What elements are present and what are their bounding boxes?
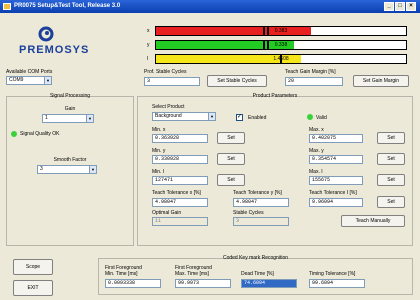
chevron-down-icon[interactable]: ▼ [86,115,93,122]
bar-x-value: 0.383 [274,28,288,34]
enabled-label: Enabled [248,115,267,121]
max-i-label: Max. I [309,169,323,175]
product-select[interactable]: Background ▼ [152,112,216,121]
first-min-field[interactable]: 0.0093338 [105,279,161,288]
chevron-down-icon[interactable]: ▼ [89,166,96,173]
set-stable-cycles-button[interactable]: Set Stable Cycles [207,75,267,87]
stable-cycles-field: 3 [233,217,289,226]
min-y-label: Min. y [152,148,166,154]
signal-processing-title: Signal Processing [49,93,91,99]
set-max-x-button[interactable]: Set [377,132,405,144]
signal-quality-indicator-icon [11,131,17,137]
dead-time-label: Dead Time [%] [241,271,274,277]
bar-i-label: I [147,56,149,62]
teach-gain-field[interactable]: 20 [285,77,343,86]
stable-cycles-label: Stable Cycles [233,210,264,216]
min-x-label: Min. x [152,127,166,133]
bar-i-value: 1.4608 [273,56,289,62]
tol-x-label: Teach Tolerance x [%] [152,190,201,196]
smooth-factor-value: 3 [40,166,43,172]
signal-quality-text: Signal Quality OK [20,131,60,137]
set-min-y-button[interactable]: Set [217,153,245,165]
tol-x-field[interactable]: 4.98047 [152,198,208,207]
com-port-value: COM9 [9,77,24,83]
first-max-label-2: Max. Time [ms] [175,271,209,277]
gain-value: 1 [45,115,48,121]
client-area: PREMOSYS x 0.383 y 0.338 I 1.4608 Availa… [3,14,417,297]
prof-stable-label: Prof. Stable Cycles [144,69,187,75]
com-port-select[interactable]: COM9 ▼ [6,76,52,85]
set-max-y-button[interactable]: Set [377,153,405,165]
app-window: PR0075 Setup&Test Tool, Release 3.0 _ □ … [0,0,420,300]
bar-y: 0.338 [155,40,407,50]
max-x-label: Max. x [309,127,324,133]
exit-button[interactable]: EXIT [13,280,53,296]
tol-y-label: Teach Tolerance y [%] [233,190,282,196]
max-y-label: Max. y [309,148,324,154]
enabled-checkbox[interactable]: ✓ [236,114,243,121]
bar-y-label: y [147,42,150,48]
chevron-down-icon[interactable]: ▼ [208,113,215,120]
bar-y-value: 0.338 [274,42,288,48]
optimal-gain-label: Optimal Gain [152,210,182,216]
gain-label: Gain [64,106,76,112]
tol-i-label: Teach Tolerance I [%] [309,190,357,196]
prof-stable-field[interactable]: 3 [144,77,200,86]
tol-y-field[interactable]: 4.98047 [233,198,289,207]
gain-select[interactable]: 1 ▼ [42,114,94,123]
first-max-field[interactable]: 99.9973 [175,279,231,288]
logo-text: PREMOSYS [19,44,90,56]
teach-manually-button[interactable]: Teach Manually [341,215,405,227]
bar-x-label: x [147,28,150,34]
max-y-field[interactable]: 0.354574 [309,155,363,164]
valid-indicator-icon [307,114,313,120]
maximize-button[interactable]: □ [395,2,405,11]
product-select-value: Background [155,113,182,119]
smooth-factor-select[interactable]: 3 ▼ [37,165,97,174]
bar-i: 1.4608 [155,54,407,64]
dead-time-field[interactable]: 74.6094 [241,279,297,288]
app-icon [3,3,11,10]
first-min-label-2: Min. Time [ms] [105,271,138,277]
tol-i-field[interactable]: 9.96094 [309,198,363,207]
keymark-title: Coded Key mark Recognition [222,255,289,261]
minimize-button[interactable]: _ [384,2,394,11]
min-x-field[interactable]: 0.363928 [152,134,208,143]
set-min-i-button[interactable]: Set [217,174,245,186]
set-max-i-button[interactable]: Set [377,174,405,186]
window-title: PR0075 Setup&Test Tool, Release 3.0 [14,3,121,9]
optimal-gain-field: 11 [152,217,208,226]
scope-button[interactable]: Scope [13,259,53,275]
com-ports-label: Available COM Ports [6,69,53,75]
timing-tolerance-label: Timing Tolerance [%] [309,271,356,277]
chevron-down-icon[interactable]: ▼ [44,77,51,84]
valid-label: Valid [316,115,327,121]
title-bar: PR0075 Setup&Test Tool, Release 3.0 _ □ … [0,0,420,13]
premosys-logo-icon [38,26,54,42]
set-tolerance-button[interactable]: Set [377,196,405,208]
timing-tolerance-field[interactable]: 99.6094 [309,279,365,288]
set-min-x-button[interactable]: Set [217,132,245,144]
select-product-label: Select Product [152,104,185,110]
min-y-field[interactable]: 0.330928 [152,155,208,164]
bar-x: 0.383 [155,26,407,36]
set-gain-margin-button[interactable]: Set Gain Margin [353,75,409,87]
teach-gain-label: Teach Gain Margin [%] [285,69,336,75]
max-x-field[interactable]: 0.402075 [309,134,363,143]
close-button[interactable]: × [406,2,416,11]
max-i-field[interactable]: 155675 [309,176,363,185]
min-i-label: Min. I [152,169,165,175]
smooth-factor-label: Smooth Factor [53,157,87,163]
min-i-field[interactable]: 127471 [152,176,208,185]
product-parameters-title: Product Parameters [252,93,298,99]
